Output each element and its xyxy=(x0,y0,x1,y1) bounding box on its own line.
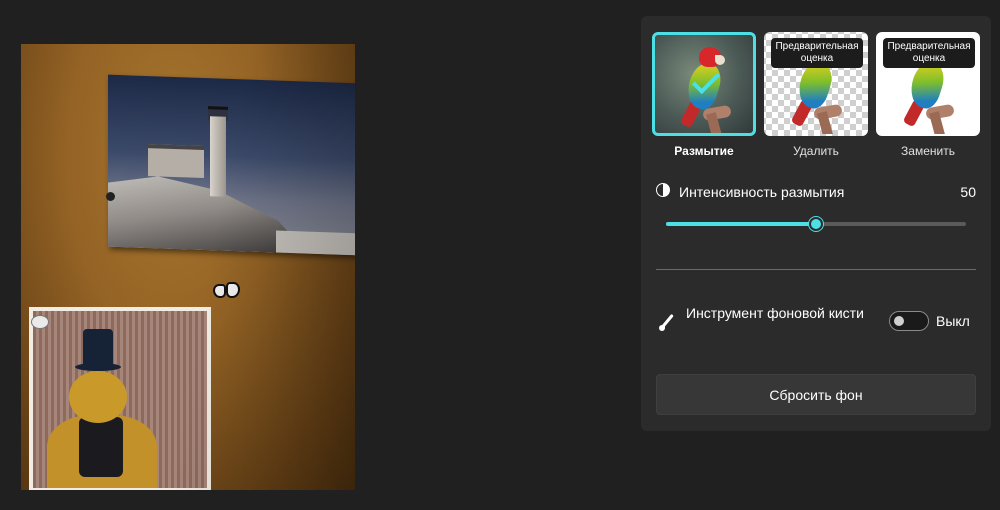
option-replace-thumbnail[interactable]: Предварительная оценка xyxy=(876,32,980,136)
background-panel: Размытие Предварительная оценка Удалить … xyxy=(641,16,991,431)
option-blur-thumbnail[interactable] xyxy=(652,32,756,136)
divider xyxy=(656,269,976,270)
toggle-knob xyxy=(894,316,904,326)
background-brush-row: Инструмент фоновой кисти Выкл xyxy=(656,302,976,342)
preview-badge: Предварительная оценка xyxy=(883,38,975,68)
option-replace[interactable]: Предварительная оценка Заменить xyxy=(876,32,980,158)
half-circle-icon xyxy=(656,183,670,197)
reset-background-button[interactable]: Сбросить фон xyxy=(656,374,976,415)
blur-intensity-label: Интенсивность размытия xyxy=(679,184,845,200)
option-blur-label: Размытие xyxy=(674,144,734,158)
slider-thumb[interactable] xyxy=(809,217,823,231)
photo-canvas[interactable] xyxy=(21,44,355,490)
blur-intensity-section: Интенсивность размытия 50 xyxy=(656,182,976,231)
option-blur[interactable]: Размытие xyxy=(652,32,756,158)
option-replace-label: Заменить xyxy=(901,144,955,158)
background-options: Размытие Предварительная оценка Удалить … xyxy=(652,32,980,162)
toggle-state-label: Выкл xyxy=(936,313,970,329)
option-remove-label: Удалить xyxy=(793,144,839,158)
option-remove[interactable]: Предварительная оценка Удалить xyxy=(764,32,868,158)
canvas-area xyxy=(0,0,626,510)
blur-intensity-value: 50 xyxy=(960,184,976,200)
blur-intensity-slider[interactable] xyxy=(666,217,966,231)
option-remove-thumbnail[interactable]: Предварительная оценка xyxy=(764,32,868,136)
brush-icon xyxy=(658,313,676,332)
background-brush-label: Инструмент фоновой кисти xyxy=(686,305,864,321)
slider-fill xyxy=(666,222,816,226)
background-brush-toggle[interactable] xyxy=(889,311,929,331)
preview-badge: Предварительная оценка xyxy=(771,38,863,68)
